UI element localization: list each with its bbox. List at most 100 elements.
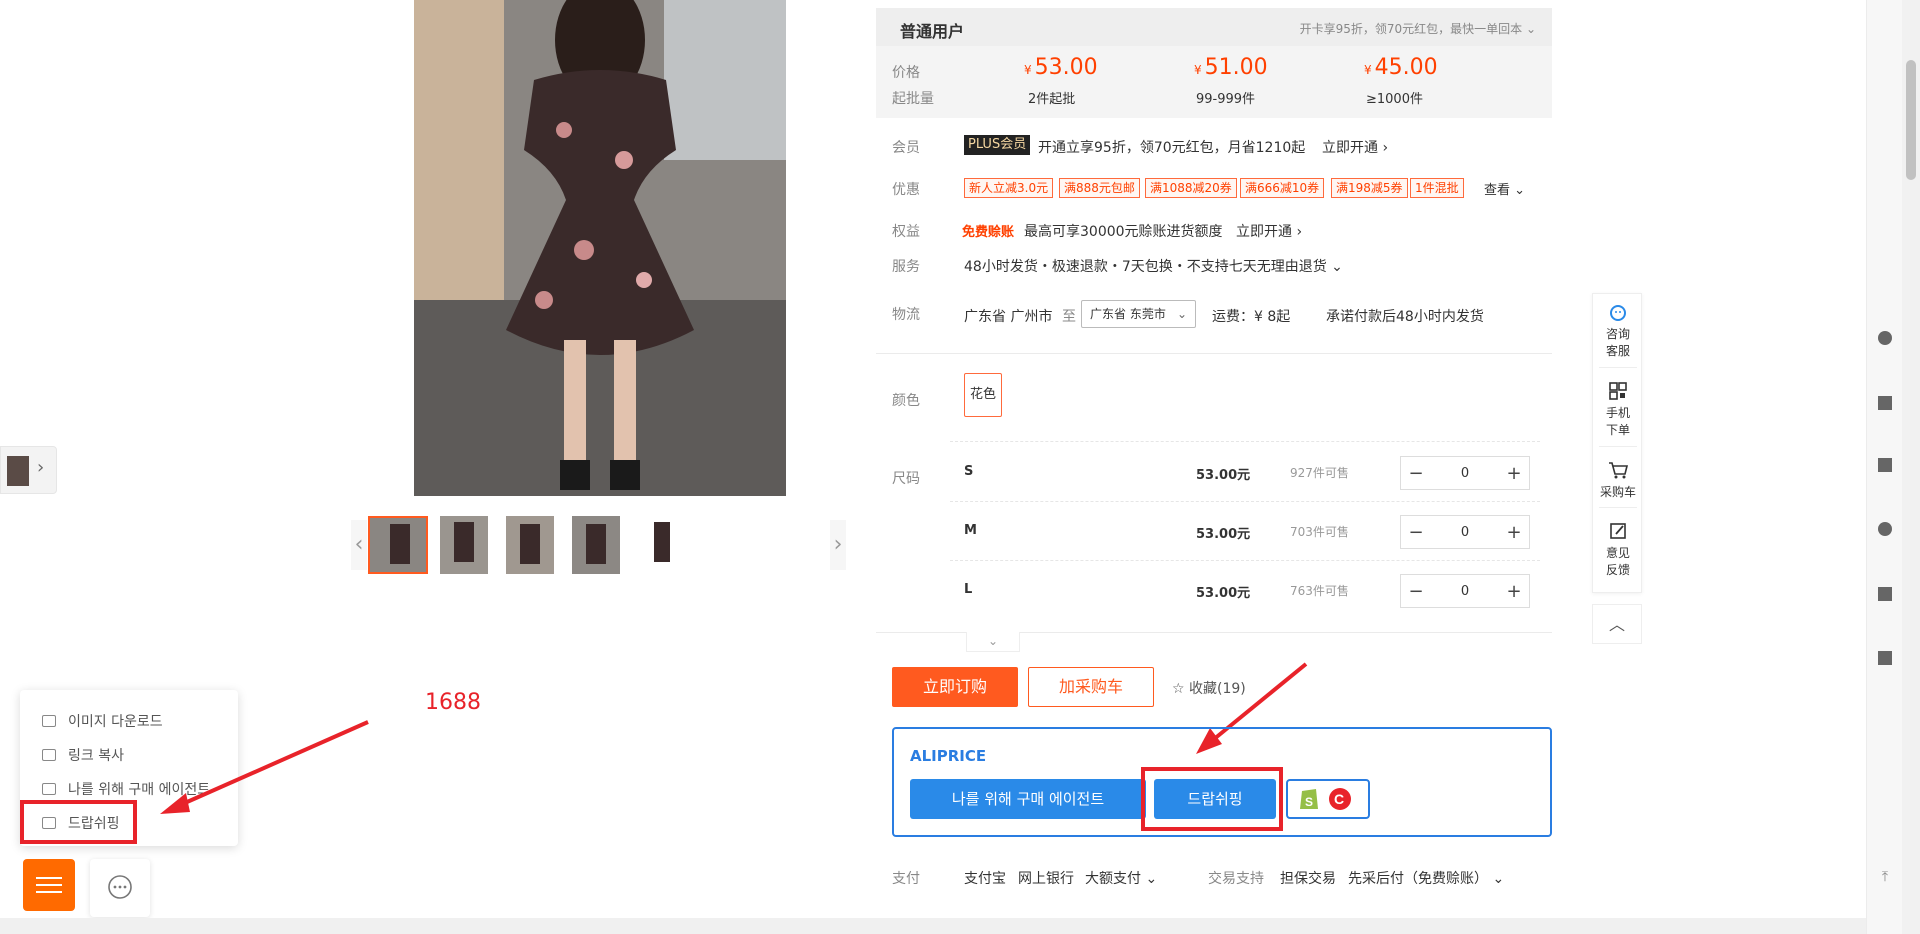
coupon-tag[interactable]: 1件混批: [1410, 178, 1464, 198]
aliprice-title: ALIPRICE: [910, 747, 987, 765]
add-to-cart-button[interactable]: 加采购车: [1028, 667, 1154, 707]
plus-button[interactable]: +: [1499, 581, 1529, 602]
back-to-top-button[interactable]: ︿: [1592, 604, 1642, 644]
quantity-input[interactable]: 0: [1431, 466, 1499, 481]
size-stock: 927件可售: [1290, 466, 1349, 480]
consult-service-button[interactable]: 咨询 客服: [1593, 304, 1643, 360]
quantity-input[interactable]: 0: [1431, 525, 1499, 540]
discount-label: 优惠: [892, 182, 920, 198]
coupon-tag[interactable]: 新人立减3.0元: [964, 178, 1054, 198]
cart-icon: [1609, 462, 1629, 479]
browser-side-panel: ⤒: [1866, 0, 1902, 934]
feedback-button[interactable]: 意见 反馈: [1593, 521, 1643, 579]
notebook-icon[interactable]: [1878, 651, 1892, 665]
logistics-label: 物流: [892, 307, 920, 323]
chevron-down-icon: ⌄: [1176, 307, 1187, 321]
color-option[interactable]: 花色: [964, 373, 1002, 417]
size-price: 53.00元: [1196, 527, 1251, 542]
trade-support-item: 担保交易: [1280, 871, 1336, 887]
size-name: M: [964, 523, 977, 538]
tier-min-3: ≥1000件: [1366, 92, 1423, 107]
service-text[interactable]: 48小时发货・极速退款・7天包换・不支持七天无理由退货 ⌄: [964, 256, 1343, 276]
ship-to-label: 至: [1062, 309, 1076, 325]
order-now-button[interactable]: 立即订购: [892, 667, 1018, 707]
size-label: 尺码: [892, 471, 920, 487]
trade-support-item[interactable]: 先采后付（免费赊账） ⌄: [1348, 868, 1504, 888]
tier-min-1: 2件起批: [1028, 92, 1076, 107]
size-price: 53.00元: [1196, 468, 1251, 483]
plus-button[interactable]: +: [1499, 522, 1529, 543]
size-price: 53.00元: [1196, 586, 1251, 601]
bookmark-icon[interactable]: [1878, 458, 1892, 472]
ship-from: 广东省 广州市: [964, 309, 1053, 325]
bell-icon[interactable]: [1878, 587, 1892, 601]
expand-sizes-button[interactable]: ⌄: [966, 632, 1020, 652]
price-label: 价格: [892, 65, 920, 81]
destination-select[interactable]: 广东省 东莞市 ⌄: [1081, 300, 1196, 328]
mobile-order-button[interactable]: 手机 下单: [1593, 381, 1643, 439]
minus-button[interactable]: −: [1401, 581, 1431, 602]
tier-min-2: 99-999件: [1196, 92, 1256, 107]
c-logo-icon: C: [1329, 788, 1351, 810]
member-label: 会员: [892, 140, 920, 156]
service-icon: [1610, 305, 1626, 321]
quantity-stepper: − 0 +: [1400, 515, 1530, 549]
coupon-tag[interactable]: 满888元包邮: [1059, 178, 1140, 198]
rights-label: 权益: [892, 224, 920, 240]
delivery-promise: 承诺付款后48小时内发货: [1326, 309, 1484, 325]
shopify-icon: S: [1300, 789, 1318, 809]
divider: [950, 441, 1540, 442]
footprint-icon[interactable]: [1878, 522, 1892, 536]
coupon-tag[interactable]: 满666减10券: [1240, 178, 1325, 198]
tier-price-2: ¥51.00: [1194, 55, 1268, 80]
star-icon: ☆: [1172, 681, 1185, 697]
color-label: 颜色: [892, 393, 920, 409]
highlight-box-dropship: [1141, 767, 1283, 831]
rights-open-link[interactable]: 立即开通 ›: [1236, 221, 1302, 241]
profile-icon[interactable]: [1878, 331, 1892, 345]
size-name: S: [964, 464, 974, 479]
plus-button[interactable]: +: [1499, 463, 1529, 484]
scroll-thumb[interactable]: [1906, 60, 1916, 180]
qr-code-icon: [1609, 382, 1627, 400]
minus-button[interactable]: −: [1401, 522, 1431, 543]
svg-text:S: S: [1305, 795, 1313, 809]
coupon-tag[interactable]: 满198减5券: [1331, 178, 1408, 198]
membership-tip[interactable]: 开卡享95折，领70元红包，最快一单回本 ⌄: [1300, 20, 1536, 37]
min-order-label: 起批量: [892, 91, 934, 107]
purchase-agent-button[interactable]: 나를 위해 구매 에이전트: [910, 779, 1146, 819]
quantity-stepper: − 0 +: [1400, 456, 1530, 490]
coupon-view-more[interactable]: 查看 ⌄: [1484, 179, 1525, 198]
favorite-button[interactable]: ☆ 收藏(19): [1172, 678, 1246, 698]
edit-icon: [1610, 523, 1626, 539]
payment-method[interactable]: 大额支付 ⌄: [1085, 868, 1157, 888]
page-scrollbar[interactable]: [1902, 0, 1920, 934]
coupon-tag[interactable]: 满1088减20券: [1145, 178, 1237, 198]
price-panel: 普通用户 开卡享95折，领70元红包，最快一单回本 ⌄ 价格 起批量 ¥53.0…: [876, 8, 1552, 118]
quantity-stepper: − 0 +: [1400, 574, 1530, 608]
rights-text: 最高可享30000元赊账进货额度: [1024, 224, 1223, 240]
payment-label: 支付: [892, 871, 920, 887]
minus-button[interactable]: −: [1401, 463, 1431, 484]
chat-icon: [108, 875, 132, 899]
size-stock: 763件可售: [1290, 584, 1349, 598]
member-open-link[interactable]: 立即开通 ›: [1322, 137, 1388, 157]
floating-toolbar: 咨询 客服 手机 下单 采购车 意见 反馈: [1592, 293, 1642, 593]
store-integration-button[interactable]: S C: [1286, 779, 1370, 819]
tier-price-1: ¥53.00: [1024, 55, 1098, 80]
shipping-fee: 运费：¥ 8起: [1212, 309, 1291, 325]
chat-button[interactable]: [90, 859, 150, 917]
mail-icon[interactable]: [1878, 396, 1892, 410]
svg-text:C: C: [1334, 791, 1344, 807]
divider: [876, 353, 1552, 354]
user-tier-title: 普通用户: [900, 22, 965, 41]
chevron-up-icon: ︿: [1608, 615, 1625, 634]
size-name: L: [964, 582, 973, 597]
quantity-input[interactable]: 0: [1431, 584, 1499, 599]
plus-badge: PLUS会员: [964, 135, 1031, 155]
to-top-icon[interactable]: ⤒: [1878, 870, 1892, 884]
member-text: 开通立享95折，领70元红包，月省1210起: [1038, 140, 1306, 156]
horizontal-scrollbar[interactable]: [0, 918, 1866, 934]
purchase-cart-button[interactable]: 采购车: [1593, 460, 1643, 501]
extension-menu-button[interactable]: [23, 859, 75, 911]
